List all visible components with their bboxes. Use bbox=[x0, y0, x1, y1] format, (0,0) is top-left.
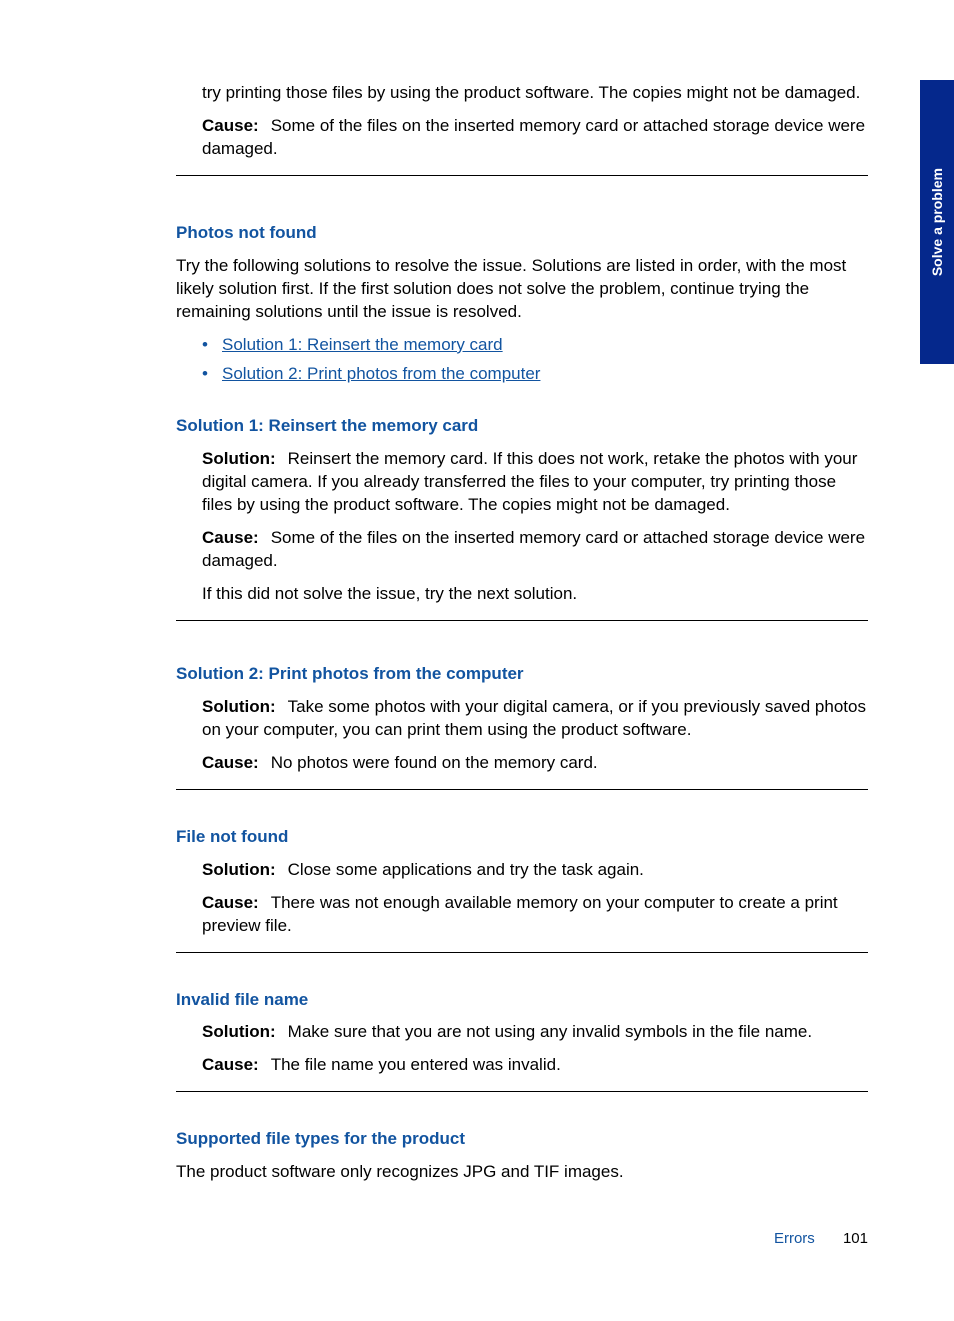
solution-links: Solution 1: Reinsert the memory card Sol… bbox=[202, 334, 868, 386]
section-divider bbox=[176, 620, 868, 621]
cause-text: No photos were found on the memory card. bbox=[271, 753, 598, 772]
ifn-cause: Cause: The file name you entered was inva… bbox=[202, 1054, 868, 1077]
sol1-cause: Cause:Some of the files on the inserted … bbox=[202, 527, 868, 573]
section-divider bbox=[176, 952, 868, 953]
footer-page-number: 101 bbox=[843, 1230, 868, 1247]
solution-label: Solution: bbox=[202, 1022, 276, 1041]
page: Solve a problem try printing those files… bbox=[0, 0, 954, 1321]
main-content: try printing those files by using the pr… bbox=[176, 82, 868, 1194]
list-item: Solution 2: Print photos from the comput… bbox=[202, 363, 868, 386]
intro-paragraph: try printing those files by using the pr… bbox=[202, 82, 868, 105]
sol1-solution: Solution:Reinsert the memory card. If th… bbox=[202, 448, 868, 517]
heading-file-not-found: File not found bbox=[176, 826, 868, 849]
heading-supported-file-types: Supported file types for the product bbox=[176, 1128, 868, 1151]
page-footer: Errors 101 bbox=[774, 1230, 868, 1247]
cause-label: Cause: bbox=[202, 1055, 259, 1074]
cause-text: Some of the files on the inserted memory… bbox=[202, 116, 865, 158]
section-divider bbox=[176, 789, 868, 790]
cause-text: The file name you entered was invalid. bbox=[271, 1055, 561, 1074]
sol2-cause: Cause: No photos were found on the memory… bbox=[202, 752, 868, 775]
cause-label: Cause: bbox=[202, 893, 259, 912]
link-solution-1[interactable]: Solution 1: Reinsert the memory card bbox=[222, 335, 503, 354]
side-tab-label: Solve a problem bbox=[929, 168, 945, 276]
ifn-solution: Solution: Make sure that you are not usin… bbox=[202, 1021, 868, 1044]
cause-label: Cause: bbox=[202, 753, 259, 772]
solution-text: Make sure that you are not using any inv… bbox=[288, 1022, 812, 1041]
solution-text: Take some photos with your digital camer… bbox=[202, 697, 866, 739]
cause-label: Cause: bbox=[202, 528, 259, 547]
sol1-next: If this did not solve the issue, try the… bbox=[202, 583, 868, 606]
section-divider bbox=[176, 1091, 868, 1092]
photos-intro: Try the following solutions to resolve t… bbox=[176, 255, 868, 324]
list-item: Solution 1: Reinsert the memory card bbox=[202, 334, 868, 357]
solution-label: Solution: bbox=[202, 697, 276, 716]
heading-solution-1: Solution 1: Reinsert the memory card bbox=[176, 415, 868, 438]
footer-section: Errors bbox=[774, 1230, 815, 1247]
supported-text: The product software only recognizes JPG… bbox=[176, 1161, 868, 1184]
cause-text: There was not enough available memory on… bbox=[202, 893, 838, 935]
solution-text: Reinsert the memory card. If this does n… bbox=[202, 449, 857, 514]
cause-text: Some of the files on the inserted memory… bbox=[202, 528, 865, 570]
fnf-cause: Cause:There was not enough available mem… bbox=[202, 892, 868, 938]
link-solution-2[interactable]: Solution 2: Print photos from the comput… bbox=[222, 364, 540, 383]
cause-label: Cause: bbox=[202, 116, 259, 135]
solution-text: Close some applications and try the task… bbox=[288, 860, 644, 879]
side-tab: Solve a problem bbox=[920, 80, 954, 364]
heading-solution-2: Solution 2: Print photos from the comput… bbox=[176, 663, 868, 686]
fnf-solution: Solution: Close some applications and try… bbox=[202, 859, 868, 882]
section-divider bbox=[176, 175, 868, 176]
solution-label: Solution: bbox=[202, 449, 276, 468]
intro-cause: Cause:Some of the files on the inserted … bbox=[202, 115, 868, 161]
heading-invalid-file-name: Invalid file name bbox=[176, 989, 868, 1012]
heading-photos-not-found: Photos not found bbox=[176, 222, 868, 245]
solution-label: Solution: bbox=[202, 860, 276, 879]
sol2-solution: Solution:Take some photos with your digi… bbox=[202, 696, 868, 742]
